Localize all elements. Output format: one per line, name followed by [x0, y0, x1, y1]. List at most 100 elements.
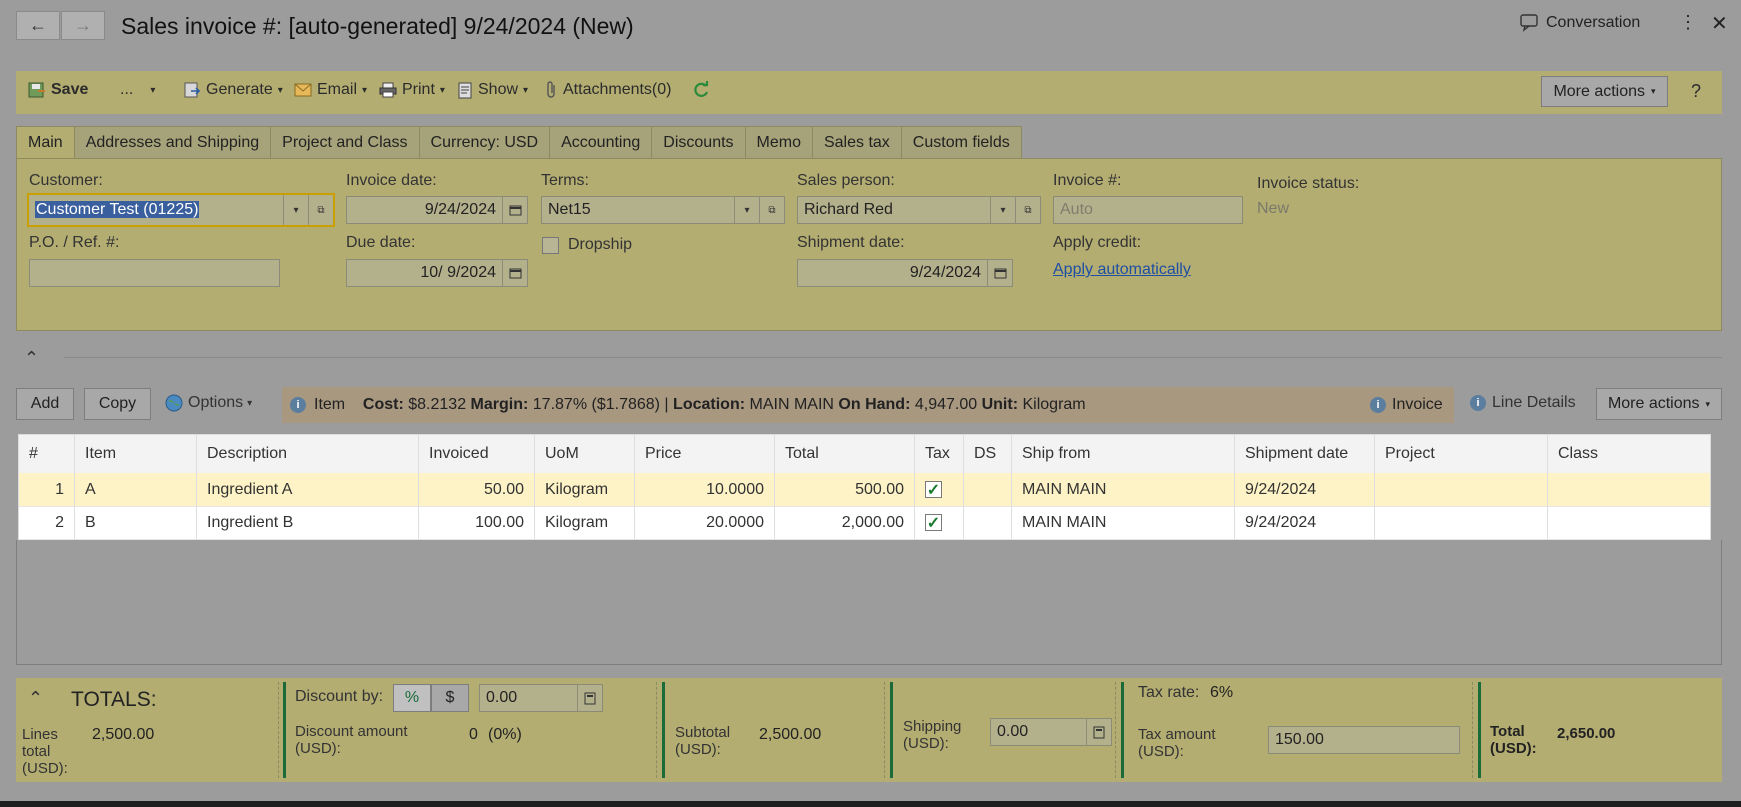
- forward-button[interactable]: →: [61, 11, 105, 40]
- tax-checkbox-checked[interactable]: ✓: [925, 481, 942, 499]
- apply-automatically-link[interactable]: Apply automatically: [1053, 261, 1191, 279]
- invoice-date-field[interactable]: 9/24/2024: [346, 196, 528, 224]
- class-cell[interactable]: [1548, 506, 1710, 539]
- dropdown-arrow-icon[interactable]: ▾: [990, 197, 1015, 223]
- tax-cell[interactable]: ✓: [915, 473, 964, 506]
- col-header-shipment-date[interactable]: Shipment date: [1235, 435, 1375, 473]
- uom-cell[interactable]: Kilogram: [535, 506, 635, 539]
- collapse-chevron-up-icon[interactable]: ⌃: [24, 348, 39, 369]
- invoice-info-button[interactable]: i Invoice: [1370, 396, 1443, 414]
- due-date-field[interactable]: 10/ 9/2024: [346, 259, 528, 287]
- col-header-ds[interactable]: DS: [964, 435, 1012, 473]
- tax-checkbox-checked[interactable]: ✓: [925, 514, 942, 532]
- col-header-project[interactable]: Project: [1375, 435, 1548, 473]
- lines-more-actions-button[interactable]: More actions ▾: [1596, 388, 1722, 420]
- tab-sales-tax[interactable]: Sales tax: [812, 126, 902, 159]
- class-cell[interactable]: [1548, 473, 1710, 506]
- generate-button[interactable]: Generate ▾: [184, 81, 283, 99]
- shipping-value-field[interactable]: 0.00: [990, 718, 1112, 746]
- tab-project-and-class[interactable]: Project and Class: [271, 126, 420, 159]
- tab-currency[interactable]: Currency: USD: [419, 126, 551, 159]
- invoice-number-field[interactable]: Auto: [1053, 196, 1243, 224]
- show-button[interactable]: Show ▾: [458, 81, 528, 99]
- ds-cell[interactable]: [964, 506, 1012, 539]
- po-field[interactable]: [29, 259, 280, 287]
- price-cell[interactable]: 10.0000: [635, 473, 775, 506]
- tax-amount-field[interactable]: 150.00: [1268, 726, 1460, 754]
- uom-cell[interactable]: Kilogram: [535, 473, 635, 506]
- invoiced-cell[interactable]: 100.00: [419, 506, 535, 539]
- dropship-checkbox[interactable]: [542, 237, 559, 254]
- kebab-menu-icon[interactable]: ⋮: [1679, 12, 1697, 33]
- sales-person-field[interactable]: Richard Red ▾ ⧉: [797, 196, 1041, 224]
- discount-percent-toggle[interactable]: %: [393, 684, 431, 712]
- tab-accounting[interactable]: Accounting: [550, 126, 653, 159]
- back-button[interactable]: ←: [16, 11, 60, 40]
- ship-from-cell[interactable]: MAIN MAIN: [1012, 506, 1235, 539]
- invoiced-cell[interactable]: 50.00: [419, 473, 535, 506]
- discount-value-field[interactable]: 0.00: [479, 684, 603, 712]
- description-cell[interactable]: Ingredient B: [197, 506, 419, 539]
- help-label: ?: [1691, 81, 1702, 101]
- options-button[interactable]: Options ▾: [164, 393, 252, 413]
- tab-addresses-and-shipping[interactable]: Addresses and Shipping: [74, 126, 272, 159]
- save-button[interactable]: Save: [28, 81, 88, 99]
- more-dots-button[interactable]: ... ▾: [120, 81, 155, 99]
- col-header-item[interactable]: Item: [75, 435, 197, 473]
- tab-main[interactable]: Main: [16, 126, 75, 159]
- line-details-button[interactable]: i Line Details: [1470, 394, 1576, 412]
- tax-cell[interactable]: ✓: [915, 506, 964, 539]
- table-row[interactable]: 1 A Ingredient A 50.00 Kilogram 10.0000 …: [19, 473, 1710, 507]
- dropdown-arrow-icon[interactable]: ▾: [283, 195, 308, 225]
- shipment-date-field[interactable]: 9/24/2024: [797, 259, 1013, 287]
- refresh-button[interactable]: [692, 81, 710, 99]
- dropdown-arrow-icon[interactable]: ▾: [734, 197, 759, 223]
- open-external-icon[interactable]: ⧉: [759, 197, 784, 223]
- terms-field[interactable]: Net15 ▾ ⧉: [541, 196, 785, 224]
- description-cell[interactable]: Ingredient A: [197, 473, 419, 506]
- attachments-button[interactable]: Attachments(0): [546, 81, 671, 99]
- open-external-icon[interactable]: ⧉: [308, 195, 333, 225]
- col-header-class[interactable]: Class: [1548, 435, 1710, 473]
- tab-discounts[interactable]: Discounts: [652, 126, 746, 159]
- shipment-date-cell[interactable]: 9/24/2024: [1235, 473, 1375, 506]
- discount-dollar-toggle[interactable]: $: [431, 684, 469, 712]
- table-row[interactable]: 2 B Ingredient B 100.00 Kilogram 20.0000…: [19, 506, 1710, 540]
- item-cell[interactable]: B: [75, 506, 197, 539]
- tab-memo[interactable]: Memo: [745, 126, 813, 159]
- totals-collapse-chevron-up-icon[interactable]: ⌃: [28, 688, 43, 709]
- conversation-button[interactable]: Conversation: [1520, 14, 1640, 32]
- col-header-tax[interactable]: Tax: [915, 435, 964, 473]
- col-header-number[interactable]: #: [19, 435, 75, 473]
- help-button[interactable]: ?: [1691, 81, 1701, 102]
- tab-custom-fields[interactable]: Custom fields: [901, 126, 1022, 159]
- calendar-icon[interactable]: [502, 197, 527, 223]
- calculator-icon[interactable]: [577, 685, 602, 711]
- col-header-description[interactable]: Description: [197, 435, 419, 473]
- project-cell[interactable]: [1375, 473, 1548, 506]
- col-header-ship-from[interactable]: Ship from: [1012, 435, 1235, 473]
- close-icon[interactable]: ✕: [1711, 11, 1728, 36]
- item-cell[interactable]: A: [75, 473, 197, 506]
- print-button[interactable]: Print ▾: [379, 81, 445, 99]
- project-cell[interactable]: [1375, 506, 1548, 539]
- price-cell[interactable]: 20.0000: [635, 506, 775, 539]
- total-cell[interactable]: 2,000.00: [775, 506, 915, 539]
- calendar-icon[interactable]: [987, 260, 1012, 286]
- total-cell[interactable]: 500.00: [775, 473, 915, 506]
- col-header-uom[interactable]: UoM: [535, 435, 635, 473]
- open-external-icon[interactable]: ⧉: [1015, 197, 1040, 223]
- copy-line-button[interactable]: Copy: [84, 388, 151, 420]
- calendar-icon[interactable]: [502, 260, 527, 286]
- more-actions-button[interactable]: More actions ▾: [1541, 76, 1668, 107]
- customer-field[interactable]: Customer Test (01225) ▾ ⧉: [27, 193, 335, 227]
- email-button[interactable]: Email ▾: [294, 81, 367, 99]
- add-line-button[interactable]: Add: [16, 388, 74, 420]
- col-header-price[interactable]: Price: [635, 435, 775, 473]
- shipment-date-cell[interactable]: 9/24/2024: [1235, 506, 1375, 539]
- ds-cell[interactable]: [964, 473, 1012, 506]
- col-header-invoiced[interactable]: Invoiced: [419, 435, 535, 473]
- calculator-icon[interactable]: [1086, 719, 1111, 745]
- col-header-total[interactable]: Total: [775, 435, 915, 473]
- ship-from-cell[interactable]: MAIN MAIN: [1012, 473, 1235, 506]
